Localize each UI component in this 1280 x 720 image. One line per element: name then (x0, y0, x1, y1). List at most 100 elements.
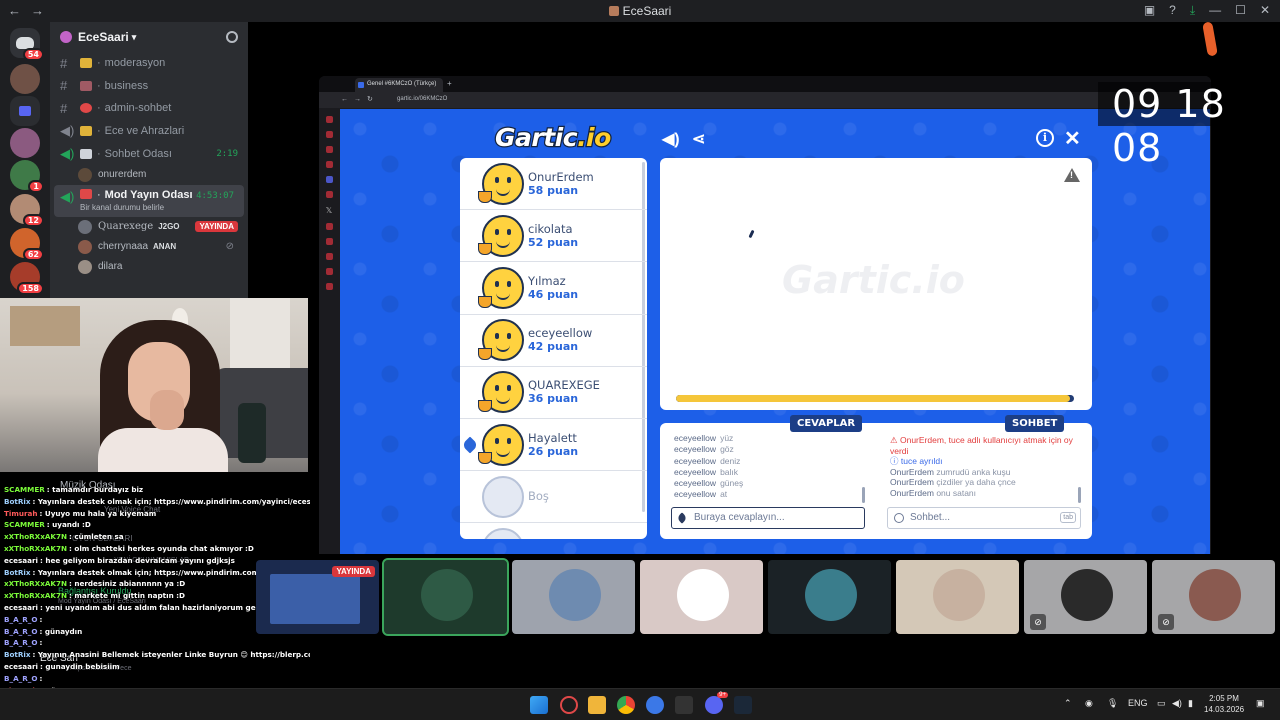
video-tile[interactable]: YAYINDA (256, 560, 379, 634)
chrome-icon[interactable] (617, 696, 635, 714)
sidebar-app-icon[interactable] (325, 283, 333, 290)
channel-business[interactable]: # · business (50, 75, 248, 98)
chat-text: : günaydın (39, 626, 83, 636)
file-explorer-icon[interactable] (588, 696, 606, 714)
info-icon[interactable]: i (1036, 129, 1054, 147)
sidebar-app-icon[interactable] (325, 191, 333, 198)
video-tile[interactable] (512, 560, 635, 634)
answers-scrollbar[interactable] (862, 487, 865, 503)
chat-username: SCAMMER (4, 485, 45, 494)
app-icon[interactable] (646, 696, 664, 714)
discord-icon[interactable] (325, 176, 333, 183)
home-button[interactable]: 54 (10, 28, 44, 61)
tray-chevron-icon[interactable]: ⌃ (1064, 698, 1072, 709)
app-icon[interactable] (560, 696, 578, 714)
server-icon[interactable]: 158 (10, 262, 44, 295)
notification-icon[interactable]: ▣ (1256, 698, 1265, 709)
video-tile[interactable] (382, 558, 509, 636)
player-card[interactable]: QUAREXEGE 36 puan (460, 367, 647, 419)
inbox-icon[interactable]: ▣ (1144, 3, 1155, 18)
language-indicator[interactable]: ENG (1128, 698, 1148, 708)
channel-admin-sohbet[interactable]: # · admin-sohbet (50, 97, 248, 120)
player-card[interactable]: OnurErdem 58 puan (460, 158, 647, 211)
server-icon[interactable] (10, 64, 40, 94)
x-icon[interactable]: 𝕏 (319, 206, 339, 215)
browser-nav-icons[interactable]: ←→↻ (341, 95, 379, 103)
sidebar-app-icon[interactable] (325, 253, 333, 260)
voice-user[interactable]: onurerdem (50, 165, 248, 185)
answer-row: eceyeellow at (674, 489, 869, 500)
player-card[interactable]: eceyeellow 42 puan (460, 315, 647, 367)
download-icon[interactable]: ⤓ (1190, 3, 1195, 18)
chat-username: ecesaari (4, 602, 38, 612)
drawing-canvas[interactable]: Gartic.io (660, 158, 1092, 410)
player-card[interactable]: Yılmaz 46 puan (460, 262, 647, 315)
server-icon[interactable]: 1 (10, 160, 44, 193)
sidebar-app-icon[interactable] (325, 223, 333, 230)
sidebar-app-icon[interactable] (325, 131, 333, 138)
folder-icon[interactable] (10, 96, 40, 126)
trophy-icon (478, 452, 492, 465)
close-icon[interactable]: ✕ (1064, 126, 1081, 151)
sidebar-app-icon[interactable] (325, 268, 333, 275)
app-icon[interactable] (675, 696, 693, 714)
new-tab-button[interactable]: + (447, 79, 452, 88)
tray-icon[interactable]: ◉ (1085, 698, 1093, 709)
channel-moderasyon[interactable]: # · moderasyon (50, 52, 248, 75)
server-header[interactable]: EceSaari ▾ (50, 22, 248, 52)
channel-sohbet-odasi[interactable]: ◀) · Sohbet Odası 2:19 (50, 142, 248, 165)
maximize-button[interactable]: ☐ (1235, 3, 1246, 18)
channel-mod-yayin-odasi[interactable]: ◀) · Mod Yayın Odası 4:53:07 Bir kanal durum… (54, 184, 244, 217)
empty-player-slot[interactable] (460, 523, 647, 539)
sidebar-app-icon[interactable] (325, 116, 333, 123)
voice-user[interactable]: Quarexege J2GO YAYINDA (50, 217, 248, 237)
share-icon[interactable]: ⋖ (692, 129, 705, 149)
report-warning-icon[interactable] (1064, 168, 1080, 182)
browser-tab[interactable]: Genel #6KMCzO (Türkçe) (355, 78, 443, 92)
windows-start-icon[interactable] (530, 696, 548, 714)
chat-scrollbar[interactable] (1078, 487, 1081, 503)
steam-icon[interactable] (734, 696, 752, 714)
answer-user: eceyeellow (674, 444, 717, 455)
sound-icon[interactable]: ◀) (662, 129, 680, 149)
microphone-icon[interactable]: 🎙 (1107, 698, 1118, 709)
server-icon[interactable] (10, 128, 40, 158)
voice-user[interactable]: cherrynaaa ANAN ⊘ (50, 237, 248, 257)
help-icon[interactable]: ? (1169, 3, 1176, 18)
network-icon[interactable]: ▭ (1157, 698, 1166, 709)
tab-cevaplar[interactable]: CEVAPLAR (790, 415, 863, 432)
tab-sohbet[interactable]: SOHBET (1005, 415, 1065, 432)
chat-message: B_A_R_O: (0, 673, 310, 685)
chat-input[interactable]: Sohbet... tab (887, 507, 1081, 529)
sidebar-app-icon[interactable] (325, 161, 333, 168)
server-icon[interactable]: 62 (10, 228, 44, 261)
browser-sidebar: 𝕏 (319, 108, 339, 554)
address-bar[interactable]: ←→↻ gartic.io/06KMCzO (319, 92, 1211, 108)
empty-player-slot[interactable]: Boş (460, 471, 647, 524)
chat-username: B_A_R_O (4, 638, 38, 648)
chat-message: SCAMMER: uyandı :D (0, 519, 310, 531)
video-tile[interactable] (768, 560, 891, 634)
player-card[interactable]: cikolata 52 puan (460, 210, 647, 263)
sidebar-app-icon[interactable] (325, 146, 333, 153)
warning-icon: ⚠ (890, 435, 900, 445)
server-icon[interactable]: 12 (10, 194, 44, 227)
player-card[interactable]: Hayalett 26 puan (460, 419, 647, 472)
taskbar-clock[interactable]: 2:05 PM 14.03.2026 (1204, 693, 1244, 715)
player-points: 52 puan (528, 235, 579, 249)
discord-icon[interactable]: 9+ (705, 692, 728, 714)
close-button[interactable]: ✕ (1260, 3, 1270, 18)
sidebar-app-icon[interactable] (325, 238, 333, 245)
voice-user[interactable]: dilara (50, 257, 248, 277)
video-tile[interactable] (640, 560, 763, 634)
video-tile[interactable]: ⊘ (1152, 560, 1275, 634)
minimize-button[interactable]: — (1209, 3, 1221, 18)
invite-icon[interactable] (226, 31, 238, 43)
answer-input[interactable]: Buraya cevaplayın... (671, 507, 865, 529)
chat-bubble-icon (894, 513, 904, 523)
video-tile[interactable]: ⊘ (1024, 560, 1147, 634)
battery-icon[interactable]: ▮ (1188, 698, 1193, 709)
channel-ece-ve-ahrazlari[interactable]: ◀) · Ece ve Ahrazlari (50, 120, 248, 143)
volume-icon[interactable]: ◀) (1172, 698, 1182, 709)
video-tile[interactable] (896, 560, 1019, 634)
